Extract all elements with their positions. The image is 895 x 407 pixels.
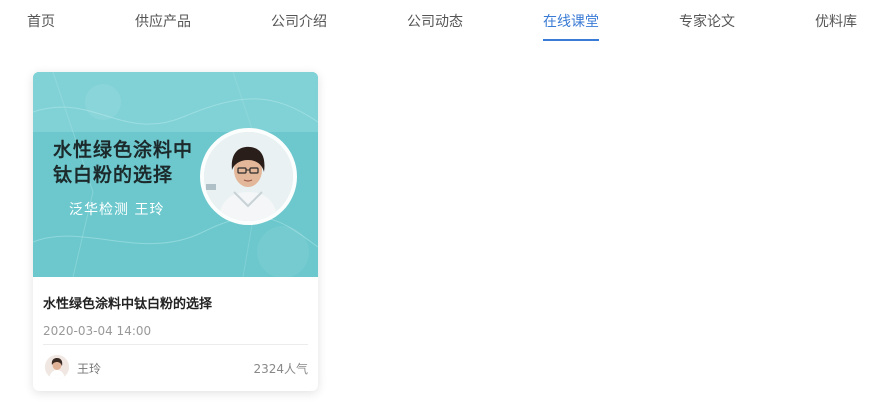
author-avatar — [45, 355, 69, 379]
card-divider — [43, 344, 308, 345]
nav-item-papers[interactable]: 专家论文 — [679, 11, 735, 43]
nav-item-home[interactable]: 首页 — [27, 11, 55, 43]
course-title[interactable]: 水性绿色涂料中钛白粉的选择 — [43, 293, 308, 312]
course-date: 2020-03-04 14:00 — [43, 324, 152, 338]
nav-item-about[interactable]: 公司介绍 — [271, 11, 327, 43]
top-nav: 首页 供应产品 公司介绍 公司动态 在线课堂 专家论文 优料库 — [0, 0, 895, 44]
cover-subtitle: 泛华检测 王玲 — [69, 202, 165, 218]
author-avatar-icon — [45, 355, 69, 379]
nav-item-materials[interactable]: 优料库 — [815, 11, 857, 43]
speaker-photo-icon — [204, 132, 293, 221]
author-name: 王玲 — [77, 362, 102, 376]
nav-item-news[interactable]: 公司动态 — [407, 11, 463, 43]
course-cover-image[interactable]: 水性绿色涂料中 钛白粉的选择 泛华检测 王玲 — [33, 72, 318, 277]
course-card[interactable]: 水性绿色涂料中 钛白粉的选择 泛华检测 王玲 水性绿色涂料中钛白粉的选择 202… — [33, 72, 318, 391]
active-tab-underline — [543, 39, 599, 41]
nav-item-online-class[interactable]: 在线课堂 — [543, 11, 599, 43]
nav-item-online-class-label: 在线课堂 — [543, 14, 599, 30]
nav-item-products[interactable]: 供应产品 — [135, 11, 191, 43]
speaker-portrait — [200, 128, 297, 225]
view-count: 2324人气 — [253, 362, 308, 376]
